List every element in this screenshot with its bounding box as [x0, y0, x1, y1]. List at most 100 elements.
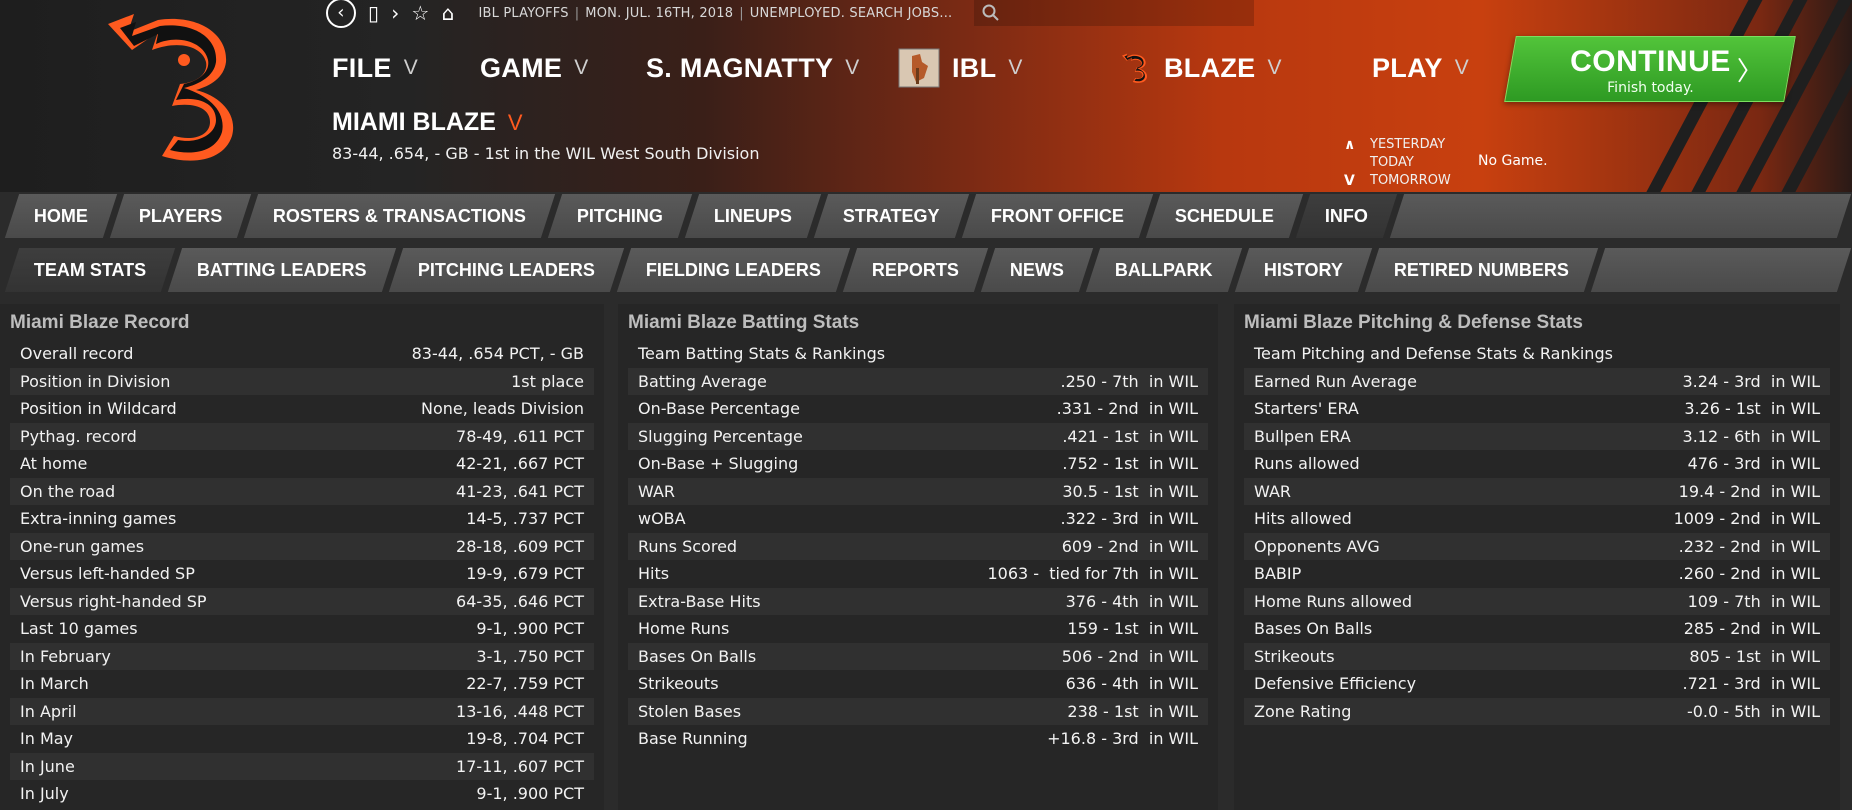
tab-reports[interactable]: REPORTS: [842, 248, 989, 292]
tab-lineups[interactable]: LINEUPS: [685, 194, 822, 238]
table-row: wOBA .322 - 3rd in WIL: [628, 505, 1208, 533]
row-value: 28-18, .609 PCT: [456, 536, 584, 556]
row-value: .232 - 2nd in WIL: [1678, 536, 1820, 556]
tab-info[interactable]: INFO: [1295, 194, 1398, 238]
row-label: Runs allowed: [1254, 454, 1360, 474]
pitching-list: Team Pitching and Defense Stats & Rankin…: [1234, 340, 1840, 725]
tab-front-office[interactable]: FRONT OFFICE: [961, 194, 1154, 238]
table-row: Stolen Bases 238 - 1st in WIL: [628, 697, 1208, 725]
row-value: 19-8, .704 PCT: [466, 729, 584, 749]
row-label: Home Runs: [638, 619, 730, 639]
tab-fielding-leaders[interactable]: FIELDING LEADERS: [616, 248, 851, 292]
row-label: Extra-inning games: [20, 509, 177, 529]
row-value: 3.26 - 1st in WIL: [1684, 399, 1820, 419]
row-value: .331 - 2nd in WIL: [1056, 399, 1198, 419]
tab-label: HISTORY: [1263, 259, 1343, 280]
tomorrow-link[interactable]: V TOMORROW: [1344, 172, 1451, 190]
row-value: 83-44, .654 PCT, - GB: [411, 344, 584, 364]
app-header: ‹ ▯ › ☆ ⌂ IBL PLAYOFFS | MON. JUL. 16TH,…: [0, 0, 1852, 192]
table-row: Last 10 games 9-1, .900 PCT: [10, 615, 594, 643]
tab-label: BATTING LEADERS: [197, 259, 367, 280]
menu-game[interactable]: GAME V: [480, 50, 589, 86]
table-row: Earned Run Average 3.24 - 3rd in WIL: [1244, 367, 1830, 395]
table-row: Zone Rating -0.0 - 5th in WIL: [1244, 697, 1830, 725]
row-value: .752 - 1st in WIL: [1062, 454, 1198, 474]
star-icon[interactable]: ☆: [411, 1, 429, 25]
tab-rosters-transactions[interactable]: ROSTERS & TRANSACTIONS: [244, 194, 556, 238]
table-row: Bases On Balls 506 - 2nd in WIL: [628, 642, 1208, 670]
search-box[interactable]: [974, 0, 1255, 26]
menu-manager[interactable]: S. MAGNATTY V: [646, 50, 860, 86]
table-row: Starters' ERA 3.26 - 1st in WIL: [1244, 395, 1830, 423]
tab-label: REPORTS: [872, 259, 960, 280]
row-value: 19-9, .679 PCT: [466, 564, 584, 584]
continue-button[interactable]: CONTINUE Finish today. 〉: [1504, 36, 1796, 102]
tab-schedule[interactable]: SCHEDULE: [1145, 194, 1304, 238]
tab-retired-numbers[interactable]: RETIRED NUMBERS: [1364, 248, 1598, 292]
row-value: 1st place: [511, 371, 584, 391]
table-row: Extra-Base Hits 376 - 4th in WIL: [628, 587, 1208, 615]
row-label: Slugging Percentage: [638, 426, 803, 446]
menu-league-label: IBL: [952, 52, 997, 83]
table-row: Home Runs 159 - 1st in WIL: [628, 615, 1208, 643]
chevron-down-icon: V: [845, 56, 860, 79]
tab-ballpark[interactable]: BALLPARK: [1085, 248, 1242, 292]
tab-history[interactable]: HISTORY: [1234, 248, 1372, 292]
tab-strategy[interactable]: STRATEGY: [814, 194, 970, 238]
table-row: On the road 41-23, .641 PCT: [10, 477, 594, 505]
league-logo-icon: [898, 48, 940, 88]
menu-file[interactable]: FILE V: [332, 50, 418, 86]
row-value: 19.4 - 2nd in WIL: [1678, 481, 1820, 501]
team-name-dropdown[interactable]: MIAMI BLAZE V: [332, 108, 523, 137]
row-value: 42-21, .667 PCT: [456, 454, 584, 474]
row-value: None, leads Division: [421, 399, 584, 419]
tab-batting-leaders[interactable]: BATTING LEADERS: [168, 248, 397, 292]
tab-label: FIELDING LEADERS: [646, 259, 822, 280]
tab-label: RETIRED NUMBERS: [1393, 259, 1569, 280]
row-value: .721 - 3rd in WIL: [1682, 674, 1821, 694]
table-row: In July 9-1, .900 PCT: [10, 780, 594, 808]
tab-home[interactable]: HOME: [4, 194, 118, 238]
table-row: Runs Scored 609 - 2nd in WIL: [628, 532, 1208, 560]
table-row: Strikeouts 805 - 1st in WIL: [1244, 642, 1830, 670]
row-label: Team Pitching and Defense Stats & Rankin…: [1254, 344, 1613, 364]
row-label: Bases On Balls: [638, 646, 757, 666]
menu-play[interactable]: PLAY V: [1372, 50, 1469, 86]
team-summary: 83-44, .654, - GB - 1st in the WIL West …: [332, 144, 760, 163]
separator: |: [574, 5, 580, 21]
table-row: Overall record 83-44, .654 PCT, - GB: [10, 340, 594, 368]
table-row: Versus right-handed SP 64-35, .646 PCT: [10, 587, 594, 615]
next-icon[interactable]: ›: [391, 1, 399, 25]
team-logo[interactable]: [98, 10, 248, 162]
tab-news[interactable]: NEWS: [980, 248, 1094, 292]
row-label: wOBA: [638, 509, 686, 529]
table-row: In February 3-1, .750 PCT: [10, 642, 594, 670]
tab-label: NEWS: [1010, 259, 1065, 280]
row-label: WAR: [1254, 481, 1292, 501]
table-row: Opponents AVG .232 - 2nd in WIL: [1244, 532, 1830, 560]
table-row: Position in Wildcard None, leads Division: [10, 395, 594, 423]
back-history-icon[interactable]: ‹: [326, 0, 356, 28]
tab-label: HOME: [34, 205, 88, 226]
job-status-link[interactable]: UNEMPLOYED. SEARCH JOBS...: [750, 6, 953, 21]
menu-team[interactable]: BLAZE V: [1120, 50, 1282, 86]
row-label: BABIP: [1254, 564, 1302, 584]
row-value: 9-1, .900 PCT: [476, 784, 584, 804]
tab-pitching[interactable]: PITCHING: [548, 194, 693, 238]
table-row: Bases On Balls 285 - 2nd in WIL: [1244, 615, 1830, 643]
home-icon[interactable]: ⌂: [442, 1, 455, 25]
search-input[interactable]: [1008, 5, 1229, 21]
tab-team-stats[interactable]: TEAM STATS: [4, 248, 176, 292]
row-value: .322 - 3rd in WIL: [1060, 509, 1199, 529]
row-label: Extra-Base Hits: [638, 591, 761, 611]
tab-pitching-leaders[interactable]: PITCHING LEADERS: [388, 248, 625, 292]
row-label: Position in Wildcard: [20, 399, 177, 419]
menu-league[interactable]: IBL V: [898, 48, 1023, 88]
row-value: +16.8 - 3rd in WIL: [1047, 729, 1198, 749]
today-link[interactable]: TODAY: [1344, 154, 1451, 172]
forward-icon[interactable]: ▯: [368, 1, 379, 25]
tab-players[interactable]: PLAYERS: [109, 194, 252, 238]
yesterday-link[interactable]: ∧ YESTERDAY: [1344, 136, 1451, 154]
blaze-logo-icon: [108, 14, 234, 161]
team-name: MIAMI BLAZE: [332, 108, 496, 136]
